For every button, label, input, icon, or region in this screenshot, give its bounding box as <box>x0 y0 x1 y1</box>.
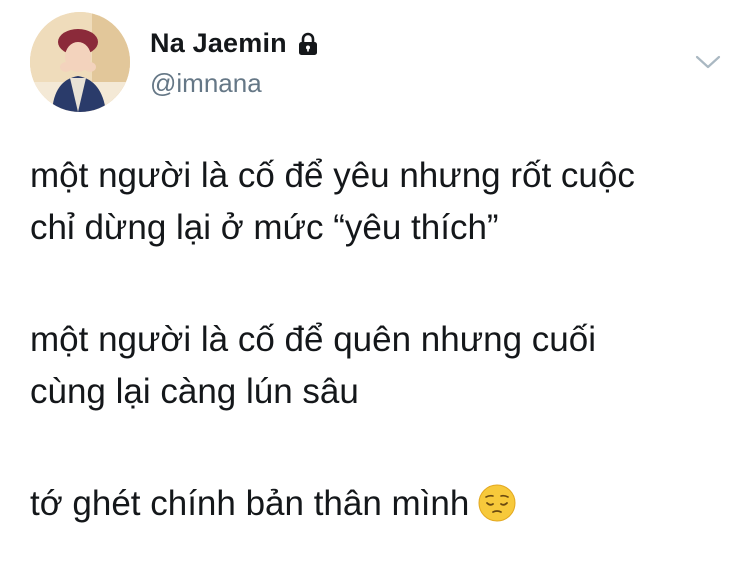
tweet-line: một người là cố để yêu nhưng rốt cuộc <box>30 156 635 195</box>
display-name[interactable]: Na Jaemin <box>150 28 287 59</box>
avatar-photo <box>30 12 130 112</box>
tweet-text: một người là cố để yêu nhưng rốt cuộc ch… <box>30 150 730 530</box>
pensive-face-icon <box>477 483 517 523</box>
tweet-line: tớ ghét chính bản thân mình <box>30 484 470 523</box>
lock-icon <box>297 32 319 56</box>
user-handle[interactable]: @imnana <box>150 68 262 99</box>
tweet-line: cùng lại càng lún sâu <box>30 372 359 411</box>
tweet-card: Na Jaemin @imnana một người là cố để yêu… <box>0 0 750 584</box>
tweet-line: một người là cố để quên nhưng cuối <box>30 320 596 359</box>
avatar[interactable] <box>30 12 130 112</box>
name-row: Na Jaemin <box>150 28 319 59</box>
tweet-line-last: tớ ghét chính bản thân mình <box>30 478 730 530</box>
chevron-down-icon[interactable] <box>694 52 722 72</box>
tweet-line: chỉ dừng lại ở mức “yêu thích” <box>30 208 499 247</box>
